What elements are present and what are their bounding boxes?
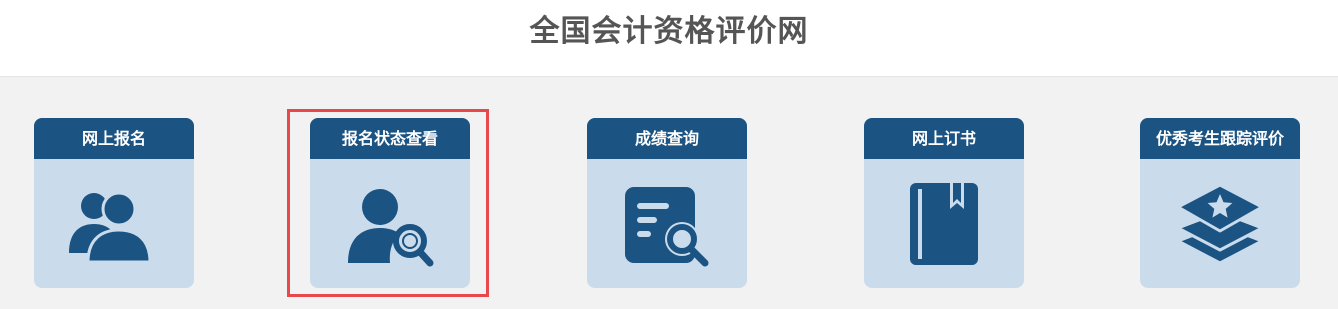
card-title: 优秀考生跟踪评价: [1140, 118, 1300, 159]
service-grid: 网上报名 报名状态查看 成绩查询 网上订书 优秀考生跟踪评价: [0, 77, 1338, 309]
layered-star-icon: [1176, 183, 1264, 264]
card-score-inquiry[interactable]: 成绩查询: [587, 118, 747, 288]
card-excellent-candidate-tracking[interactable]: 优秀考生跟踪评价: [1140, 118, 1300, 288]
document-search-icon: [625, 186, 709, 266]
card-online-book-order[interactable]: 网上订书: [864, 118, 1024, 288]
card-title: 报名状态查看: [310, 118, 470, 159]
user-search-icon: [348, 188, 434, 266]
site-title: 全国会计资格评价网: [529, 14, 809, 49]
card-title: 网上订书: [864, 118, 1024, 159]
card-registration-status[interactable]: 报名状态查看: [310, 118, 470, 288]
card-title: 成绩查询: [587, 118, 747, 159]
users-icon: [69, 191, 152, 263]
book-bookmark-icon: [910, 182, 978, 265]
card-online-registration[interactable]: 网上报名: [34, 118, 194, 288]
card-title: 网上报名: [34, 118, 194, 159]
site-header: 全国会计资格评价网: [0, 0, 1338, 77]
